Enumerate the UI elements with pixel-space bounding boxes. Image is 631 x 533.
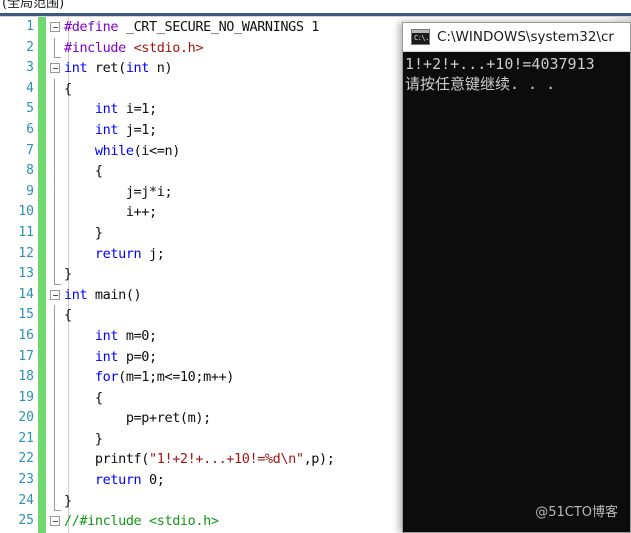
line-number: 3: [26, 60, 34, 76]
line-number: 18: [18, 369, 34, 385]
fold-collapse-icon[interactable]: [50, 22, 60, 32]
code-line-text: {: [64, 80, 72, 97]
line-number: 16: [18, 327, 34, 343]
fold-guide-line: [54, 449, 55, 471]
line-number: 6: [26, 121, 34, 137]
line-number: 13: [18, 266, 34, 282]
fold-guide-line: [54, 119, 55, 141]
code-line-text: int m=0;: [94, 327, 157, 344]
code-line-text: #include <stdio.h>: [64, 39, 204, 56]
line-number: 7: [26, 142, 34, 158]
code-line-text: i++;: [64, 204, 157, 221]
cmd-prompt-glyph: C:\.: [414, 34, 429, 42]
fold-guide-line: [54, 140, 55, 162]
code-line-text: {: [64, 389, 103, 406]
line-number: 4: [26, 80, 34, 96]
fold-guide-line: [54, 78, 55, 100]
fold-guide-line: [54, 222, 55, 244]
console-title-text: C:\WINDOWS\system32\cr: [437, 29, 614, 45]
line-number: 25: [18, 513, 34, 529]
line-number: 5: [26, 101, 34, 117]
fold-collapse-icon[interactable]: [50, 516, 60, 527]
line-number: 15: [18, 307, 34, 323]
code-line-text: while(i<=n): [94, 142, 180, 159]
code-line-text: for(m=1;m<=10;m++): [94, 369, 235, 386]
line-number: 19: [18, 389, 34, 405]
code-line-text: }: [64, 430, 103, 447]
fold-guide-line: [54, 181, 55, 203]
line-number: 12: [18, 245, 34, 261]
fold-guide-line: [54, 408, 55, 429]
line-number: 24: [18, 492, 34, 508]
line-number: 11: [18, 224, 34, 240]
scope-selector[interactable]: (全局范围): [2, 0, 64, 11]
code-line-text: j=j*i;: [64, 183, 173, 200]
fold-guide-line: [54, 243, 55, 265]
fold-guide-line: [54, 346, 55, 368]
code-line-text: printf("1!+2!+...+10!=%d\n",p);: [64, 451, 335, 468]
console-output[interactable]: 1!+2!+...+10!=4037913 请按任意键继续. . .: [403, 52, 630, 532]
line-number: 2: [26, 39, 34, 55]
screenshot-root: (全局范围) 1 #define _CRT_SECURE_NO_WARNINGS …: [0, 0, 631, 533]
console-output-line: 请按任意键继续. . .: [405, 75, 556, 93]
code-line-text: p=p+ret(m);: [64, 410, 211, 427]
code-line-text: {: [64, 163, 103, 180]
cmd-icon: C:\.: [411, 29, 430, 45]
fold-collapse-icon[interactable]: [50, 63, 60, 74]
fold-guide-line: [54, 387, 55, 409]
fold-guide-line: [54, 428, 55, 450]
editor-toolbar: (全局范围): [0, 0, 631, 13]
line-number: 21: [18, 430, 34, 446]
code-line-text: int main(): [64, 286, 142, 303]
line-number: 17: [18, 348, 34, 364]
code-line-text: return j;: [94, 245, 165, 262]
watermark: @51CTO博客: [535, 505, 618, 520]
fold-guide-line: [54, 325, 55, 347]
line-number: 1: [26, 19, 34, 34]
code-line-text: int p=0;: [94, 348, 157, 365]
console-output-line: 1!+2!+...+10!=4037913: [405, 55, 595, 73]
line-number: 10: [18, 204, 34, 220]
code-line-text: #define _CRT_SECURE_NO_WARNINGS 1: [64, 19, 320, 35]
code-line-text: }: [64, 224, 103, 241]
fold-guide-line: [54, 202, 55, 223]
fold-guide-line: [54, 490, 61, 512]
console-title-bar[interactable]: C:\. C:\WINDOWS\system32\cr: [403, 23, 630, 52]
line-number: 14: [18, 286, 34, 302]
fold-collapse-icon[interactable]: [50, 289, 60, 300]
line-number: 23: [18, 472, 34, 488]
code-line-text: {: [64, 307, 72, 324]
line-number: 20: [18, 410, 34, 426]
code-line-text: }: [64, 492, 72, 509]
code-line-text: int j=1;: [94, 121, 157, 138]
code-line-text: }: [64, 266, 72, 283]
code-line-text: int i=1;: [94, 101, 157, 118]
code-line-text: return 0;: [94, 472, 165, 489]
fold-guide-line: [54, 264, 61, 285]
fold-guide-line: [54, 470, 55, 491]
fold-guide-line: [54, 305, 55, 326]
fold-guide-line: [54, 367, 55, 388]
line-number: 8: [26, 163, 34, 179]
fold-guide-line: [54, 37, 61, 59]
code-line-text: //#include <stdio.h>: [64, 513, 219, 530]
fold-guide-line: [54, 161, 55, 182]
console-window[interactable]: C:\. C:\WINDOWS\system32\cr 1!+2!+...+10…: [402, 22, 631, 533]
line-number: 9: [26, 183, 34, 199]
code-line-text: int ret(int n): [64, 60, 173, 77]
line-number: 22: [18, 451, 34, 467]
fold-guide-line: [54, 99, 55, 120]
